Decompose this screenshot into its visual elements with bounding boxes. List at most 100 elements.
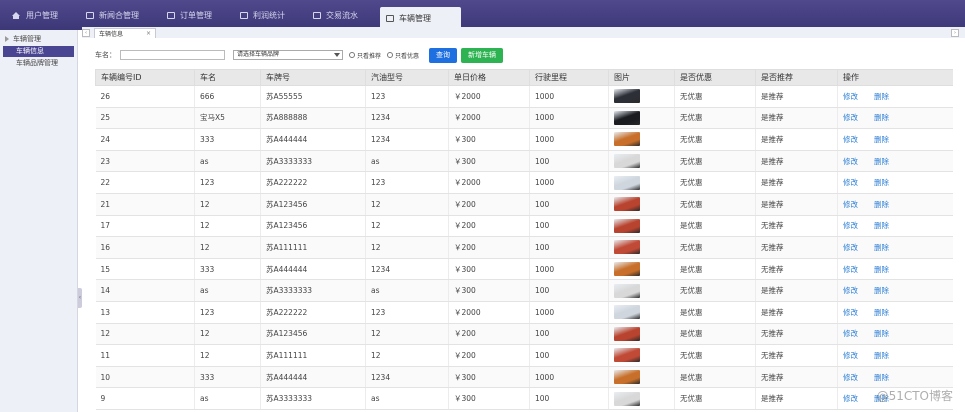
cell-actions: 修改 删除 [837,236,953,259]
topnav-tab[interactable]: 利润统计 [234,5,307,25]
topnav-tab[interactable]: 交易流水 [307,5,380,25]
edit-link[interactable]: 修改 [843,200,858,209]
edit-link[interactable]: 修改 [843,92,858,101]
cell-picture [608,258,675,281]
delete-link[interactable]: 删除 [874,373,889,382]
cell-fuel: 1234 [365,258,449,281]
cell-recommend: 是推荐 [755,387,838,410]
table-row[interactable]: 21 12 苏A123456 12 ￥200 100 无优惠 是推荐 修改 删除 [95,193,953,216]
edit-link[interactable]: 修改 [843,265,858,274]
cell-id: 15 [95,258,195,281]
edit-link[interactable]: 修改 [843,351,858,360]
edit-link[interactable]: 修改 [843,373,858,382]
table-row[interactable]: 9 as 苏A3333333 as ￥300 100 无优惠 是推荐 修改 删除 [95,387,953,410]
edit-link[interactable]: 修改 [843,157,858,166]
table-row[interactable]: 24 333 苏A444444 1234 ￥300 1000 无优惠 是推荐 修改 删除 [95,128,953,151]
column-header[interactable]: 操作 [837,69,953,86]
edit-link[interactable]: 修改 [843,221,858,230]
cell-discount: 无优惠 [674,344,756,367]
delete-link[interactable]: 删除 [874,329,889,338]
query-button[interactable]: 查询 [429,47,458,63]
delete-link[interactable]: 删除 [874,178,889,187]
topnav-tab[interactable]: 用户管理 [6,5,80,25]
edit-link[interactable]: 修改 [843,243,858,252]
delete-link[interactable]: 删除 [874,243,889,252]
recommended-only-radio[interactable] [349,52,355,58]
column-header[interactable]: 是否推荐 [755,69,838,86]
column-header[interactable]: 车辆编号ID [95,69,195,86]
table-row[interactable]: 26 666 苏A55555 123 ￥2000 1000 无优惠 是推荐 修改 删除 [95,85,953,108]
delete-link[interactable]: 删除 [874,351,889,360]
column-header[interactable]: 行驶里程 [529,69,609,86]
table-row[interactable]: 16 12 苏A111111 12 ￥200 100 无优惠 无推荐 修改 删除 [95,236,953,259]
topnav-tab[interactable]: 订单管理 [161,5,234,25]
delete-link[interactable]: 删除 [874,308,889,317]
sidebar-item-vehicle-info[interactable]: 车辆信息 [3,46,74,57]
edit-link[interactable]: 修改 [843,178,858,187]
tab-close-icon[interactable]: × [146,30,151,37]
car-name-input[interactable] [120,50,225,60]
cell-recommend: 是推荐 [755,301,838,324]
edit-link[interactable]: 修改 [843,329,858,338]
delete-link[interactable]: 删除 [874,200,889,209]
cell-actions: 修改 删除 [837,366,953,389]
table-row[interactable]: 15 333 苏A444444 1234 ￥300 1000 是优惠 无推荐 修改 删除 [95,258,953,281]
delete-link[interactable]: 删除 [874,265,889,274]
tab-vehicle-info[interactable]: 车辆信息 × [94,28,156,38]
cell-name: 123 [194,171,261,194]
cell-recommend: 无推荐 [755,344,838,367]
table-row[interactable]: 11 12 苏A111111 12 ￥200 100 无优惠 无推荐 修改 删除 [95,344,953,367]
table-row[interactable]: 23 as 苏A3333333 as ￥300 100 无优惠 是推荐 修改 删除 [95,150,953,173]
expand-arrow-icon [5,35,9,42]
cell-plate: 苏A444444 [260,366,366,389]
cell-discount: 无优惠 [674,107,756,130]
column-header[interactable]: 汽油型号 [365,69,449,86]
table-row[interactable]: 12 12 苏A123456 12 ￥200 100 是优惠 无推荐 修改 删除 [95,323,953,346]
delete-link[interactable]: 删除 [874,157,889,166]
topnav-tab[interactable]: 车辆管理 [380,7,461,29]
column-header[interactable]: 单日价格 [448,69,530,86]
cell-id: 21 [95,193,195,216]
tab-scroll-left-icon[interactable]: ‹ [82,29,90,37]
sidebar-item-brand-management[interactable]: 车辆品牌管理 [0,58,77,69]
add-vehicle-button[interactable]: 新增车辆 [461,47,504,63]
cell-picture [608,85,675,108]
table-row[interactable]: 13 123 苏A222222 123 ￥2000 1000 是优惠 是推荐 修改 删除 [95,301,953,324]
cell-name: 12 [194,236,261,259]
edit-link[interactable]: 修改 [843,135,858,144]
car-thumbnail [614,283,640,298]
discount-only-radio[interactable] [387,52,394,58]
table-row[interactable]: 10 333 苏A444444 1234 ￥300 1000 是优惠 无推荐 修改 删除 [95,366,953,389]
column-header[interactable]: 车牌号 [260,69,366,86]
edit-link[interactable]: 修改 [843,286,858,295]
delete-link[interactable]: 删除 [874,113,889,122]
brand-select[interactable]: 请选择车辆品牌 [233,50,343,60]
edit-link[interactable]: 修改 [843,308,858,317]
car-thumbnail [614,132,640,147]
column-header[interactable]: 是否优惠 [674,69,756,86]
column-header[interactable]: 图片 [608,69,675,86]
sidebar-group-vehicle-management[interactable]: 车辆管理 [0,32,77,45]
delete-link[interactable]: 删除 [874,286,889,295]
delete-link[interactable]: 删除 [874,92,889,101]
table-row[interactable]: 14 as 苏A3333333 as ￥300 100 无优惠 是推荐 修改 删除 [95,279,953,302]
cell-actions: 修改 删除 [837,301,953,324]
cell-id: 25 [95,107,195,130]
delete-link[interactable]: 删除 [874,221,889,230]
cell-fuel: 1234 [365,107,449,130]
cell-name: as [194,150,261,173]
cell-picture [608,215,675,238]
cell-picture [608,279,675,302]
edit-link[interactable]: 修改 [843,113,858,122]
edit-link[interactable]: 修改 [843,394,858,403]
cell-name: 123 [194,301,261,324]
delete-link[interactable]: 删除 [874,135,889,144]
column-header[interactable]: 车名 [194,69,261,86]
topnav-tab[interactable]: 新闻合管理 [80,5,161,25]
table-row[interactable]: 25 宝马X5 苏A888888 1234 ￥2000 1000 无优惠 是推荐 修改 删除 [95,107,953,130]
table-row[interactable]: 17 12 苏A123456 12 ￥200 100 是优惠 无推荐 修改 删除 [95,215,953,238]
table-row[interactable]: 22 123 苏A222222 123 ￥2000 1000 无优惠 是推荐 修改 删除 [95,171,953,194]
cell-fuel: 123 [365,85,449,108]
cell-recommend: 是推荐 [755,193,838,216]
tab-scroll-right-icon[interactable]: › [951,29,959,37]
